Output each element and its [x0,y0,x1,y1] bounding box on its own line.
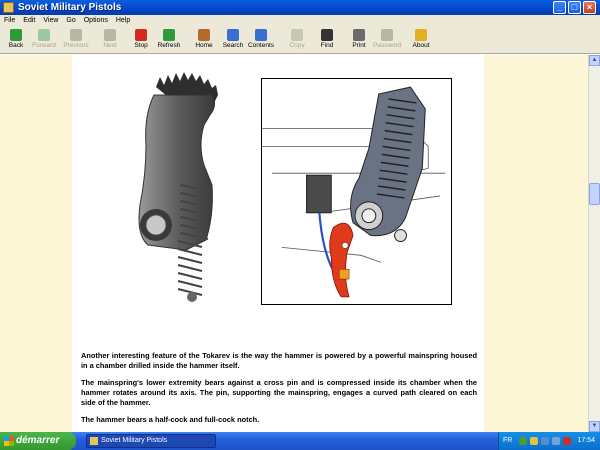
forward-icon [38,29,50,41]
window-title: Soviet Military Pistols [18,2,122,13]
print-icon [353,29,365,41]
app-icon [3,2,14,13]
article-paragraph: The mainspring's lower extremity bears a… [81,378,477,407]
toolbar-about-button[interactable]: About [407,28,435,50]
toolbar-forward-button: Forward [30,28,58,50]
toolbar-button-label: Search [222,42,244,49]
find-icon [321,29,333,41]
back-icon [10,29,22,41]
toolbar-search-button[interactable]: Search [219,28,247,50]
scroll-thumb[interactable] [589,183,600,205]
refresh-icon [163,29,175,41]
toolbar-button-label: Back [8,42,24,49]
toolbar-copy-button: Copy [283,28,311,50]
taskbar: démarrer Soviet Military Pistols FR 17:5… [0,432,600,450]
toolbar-contents-button[interactable]: Contents [247,28,275,50]
toolbar-button-label: Previous [63,42,89,49]
toolbar-back-button[interactable]: Back [2,28,30,50]
system-tray: FR 17:54 [498,432,600,450]
toolbar-refresh-button[interactable]: Refresh [155,28,183,50]
toolbar-button-label: Copy [289,42,305,49]
content-pane: Another interesting feature of the Tokar… [0,55,588,432]
windows-logo-icon [4,436,14,446]
article-paragraph: The hammer bears a half-cock and full-co… [81,415,260,424]
clock: 17:54 [577,437,595,444]
toolbar-button-label: Find [320,42,334,49]
toolbar-button-label: Forward [32,42,56,49]
hammer-photo [138,72,218,302]
title-bar[interactable]: Soviet Military Pistols _ □ × [0,0,600,15]
menu-options[interactable]: Options [80,15,112,27]
toolbar-previous-button: Previous [62,28,90,50]
toolbar: Back Forward Previous Next Stop Refresh Home Se… [0,27,600,54]
messenger-icon[interactable] [530,437,538,445]
maximize-button[interactable]: □ [568,1,581,14]
taskbar-window-button[interactable]: Soviet Military Pistols [86,434,216,448]
toolbar-button-label: Stop [134,42,148,49]
toolbar-button-label: Home [195,42,213,49]
toolbar-password-button: Password [373,28,402,50]
menu-file[interactable]: File [0,15,19,27]
toolbar-print-button[interactable]: Print [345,28,373,50]
hammer-diagram [261,78,452,305]
toolbar-button-label: Print [352,42,366,49]
vertical-scrollbar[interactable]: ▲ ▼ [588,55,600,432]
toolbar-button-label: Password [373,42,402,49]
menu-edit[interactable]: Edit [19,15,39,27]
taskbar-window-title: Soviet Military Pistols [101,437,168,444]
toolbar-home-button[interactable]: Home [190,28,218,50]
application-window: Soviet Military Pistols _ □ × File Edit Vi… [0,0,600,450]
toolbar-button-label: About [412,42,430,49]
next-icon [104,29,116,41]
start-label: démarrer [16,435,60,446]
toolbar-next-button: Next [96,28,124,50]
toolbar-button-label: Next [103,42,117,49]
toolbar-stop-button[interactable]: Stop [127,28,155,50]
article-paragraph: Another interesting feature of the Tokar… [81,351,477,370]
password-icon [381,29,393,41]
minimize-button[interactable]: _ [553,1,566,14]
copy-icon [291,29,303,41]
network-icon[interactable] [519,437,527,445]
volume-icon[interactable] [552,437,560,445]
antivirus-icon[interactable] [563,437,571,445]
previous-icon [70,29,82,41]
about-icon [415,29,427,41]
menu-view[interactable]: View [39,15,62,27]
security-icon[interactable] [541,437,549,445]
scroll-up-arrow[interactable]: ▲ [589,55,600,66]
contents-icon [255,29,267,41]
home-icon [198,29,210,41]
close-button[interactable]: × [583,1,596,14]
search-icon [227,29,239,41]
menu-go[interactable]: Go [62,15,79,27]
toolbar-button-label: Contents [247,42,275,49]
article-page: Another interesting feature of the Tokar… [72,55,484,432]
scroll-down-arrow[interactable]: ▼ [589,421,600,432]
stop-icon [135,29,147,41]
menu-bar: File Edit View Go Options Help [0,15,600,27]
article-text: Another interesting feature of the Tokar… [81,351,477,432]
toolbar-find-button[interactable]: Find [313,28,341,50]
start-button[interactable]: démarrer [0,432,76,450]
language-indicator[interactable]: FR [503,432,512,450]
menu-help[interactable]: Help [112,15,134,27]
toolbar-button-label: Refresh [157,42,181,49]
app-icon [90,437,98,445]
